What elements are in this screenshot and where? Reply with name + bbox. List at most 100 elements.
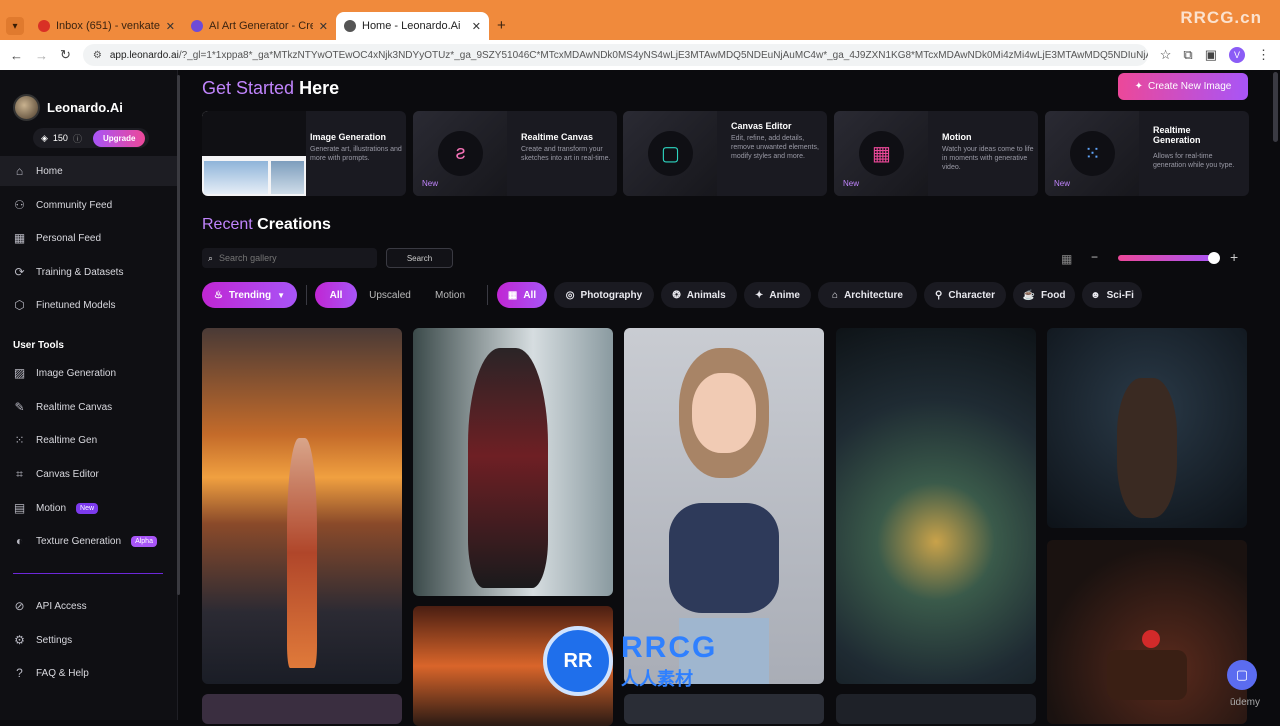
sidebar-item-faq[interactable]: ? FAQ & Help xyxy=(0,658,178,688)
create-new-image-button[interactable]: ✦ Create New Image xyxy=(1118,73,1248,100)
gallery-image-warrior[interactable] xyxy=(413,328,613,596)
chat-icon[interactable]: ▢ xyxy=(1227,660,1257,690)
back-icon[interactable]: ← xyxy=(10,48,23,63)
sidebar-item-api-access[interactable]: ⊘ API Access xyxy=(0,591,178,621)
browser-tab-leonardo[interactable]: Home - Leonardo.Ai ✕ xyxy=(336,12,489,40)
flame-icon: ♨ xyxy=(213,289,223,301)
sidebar-item-label: Realtime Canvas xyxy=(36,401,113,413)
sidebar-item-texture-generation[interactable]: ◐ Texture Generation Alpha xyxy=(0,526,178,556)
search-input[interactable] xyxy=(219,253,360,263)
search-button[interactable]: Search xyxy=(386,248,453,268)
pill-label: Sci-Fi xyxy=(1106,289,1134,301)
gallery-image-sunset-woman[interactable] xyxy=(202,328,402,684)
gallery-image-chocolate-cake[interactable] xyxy=(1047,540,1247,724)
zoom-out-button[interactable]: − xyxy=(1091,250,1098,264)
slider-handle[interactable] xyxy=(1208,252,1220,264)
filter-all-types[interactable]: All xyxy=(315,282,357,308)
token-icon: ◈ xyxy=(41,132,48,143)
sidebar-item-canvas-editor[interactable]: ⌗ Canvas Editor xyxy=(0,459,178,489)
address-bar: ← → ↻ ⚙ app.leonardo.ai/?_gl=1*1xppa8*_g… xyxy=(0,40,1280,70)
sidepanel-icon[interactable]: ▣ xyxy=(1205,47,1217,63)
card-canvas-editor[interactable]: ▢ Canvas Editor Edit, refine, add detail… xyxy=(623,111,827,196)
forward-icon[interactable]: → xyxy=(35,48,48,63)
brand-name: Leonardo.Ai xyxy=(47,100,123,115)
category-sci-fi[interactable]: ☻ Sci-Fi xyxy=(1082,282,1142,308)
alien-icon: ☻ xyxy=(1090,289,1101,301)
browser-tab-gmail[interactable]: Inbox (651) - venkateshchenn... ✕ xyxy=(30,12,183,40)
profile-avatar[interactable]: V xyxy=(1229,47,1245,63)
card-image-generation[interactable]: Image Generation Generate art, illustrat… xyxy=(202,111,406,196)
sidebar-item-community-feed[interactable]: ⚇ Community Feed xyxy=(0,190,178,220)
close-icon[interactable]: ✕ xyxy=(166,20,175,33)
site-info-icon[interactable]: ⚙ xyxy=(93,50,102,61)
sidebar-item-personal-feed[interactable]: ▦ Personal Feed xyxy=(0,223,178,253)
trending-dropdown[interactable]: ♨ Trending ▼ xyxy=(202,282,297,308)
close-icon[interactable]: ✕ xyxy=(472,20,481,33)
category-animals[interactable]: ❂ Animals xyxy=(661,282,737,308)
filter-motion[interactable]: Motion xyxy=(424,282,476,308)
home-icon: ⌂ xyxy=(15,164,24,178)
bookmark-star-icon[interactable]: ☆ xyxy=(1160,47,1172,63)
dots-grid-icon: ⁙ xyxy=(1070,131,1115,176)
tab-search-button[interactable]: ▾ xyxy=(6,17,24,35)
gallery-image-ocean-wave[interactable] xyxy=(836,328,1036,684)
sidebar-item-label: Finetuned Models xyxy=(36,299,116,311)
category-all[interactable]: ▦ All xyxy=(497,282,547,308)
card-title: Realtime Canvas xyxy=(521,132,594,142)
card-realtime-generation[interactable]: ⁙ New Realtime Generation Allows for rea… xyxy=(1045,111,1249,196)
new-tab-button[interactable]: + xyxy=(497,17,506,34)
url-path: /?_gl=1*1xppa8*_ga*MTkzNTYwOTEwOC4xNjk3N… xyxy=(178,49,1148,61)
category-food[interactable]: ☕ Food xyxy=(1013,282,1075,308)
zoom-in-button[interactable]: + xyxy=(1230,249,1238,265)
sidebar-item-label: Training & Datasets xyxy=(36,266,124,278)
category-anime[interactable]: ✦ Anime xyxy=(744,282,811,308)
new-badge: New xyxy=(76,502,99,514)
sidebar-item-realtime-canvas[interactable]: ✎ Realtime Canvas xyxy=(0,392,178,422)
url-field[interactable]: ⚙ app.leonardo.ai/?_gl=1*1xppa8*_ga*MTkz… xyxy=(82,44,1148,66)
watermark-title: RRCG xyxy=(621,631,718,664)
menu-icon[interactable]: ⋮ xyxy=(1257,47,1270,63)
api-icon: ⊘ xyxy=(14,599,25,613)
sidebar-item-image-generation[interactable]: ▨ Image Generation xyxy=(0,358,178,388)
filter-upscaled[interactable]: Upscaled xyxy=(362,282,418,308)
sidebar-item-realtime-gen[interactable]: ⁙ Realtime Gen xyxy=(0,425,178,455)
paw-icon: ❂ xyxy=(672,289,681,301)
filter-divider xyxy=(306,285,307,305)
close-icon[interactable]: ✕ xyxy=(319,20,328,33)
sidebar-item-motion[interactable]: ▤ Motion New xyxy=(0,493,178,523)
card-realtime-canvas[interactable]: ƨ New Realtime Canvas Create and transfo… xyxy=(413,111,617,196)
cube-icon: ⬡ xyxy=(14,298,25,312)
card-thumbnail xyxy=(202,111,306,196)
category-photography[interactable]: ◎ Photography xyxy=(554,282,654,308)
browser-tab-ai-art[interactable]: AI Art Generator - Create Art... ✕ xyxy=(183,12,336,40)
sidebar-item-label: Motion xyxy=(36,502,67,514)
layout-grid-icon[interactable]: ▦ xyxy=(1061,252,1072,266)
chevron-down-icon: ▼ xyxy=(277,290,286,300)
leonardo-logo xyxy=(13,94,40,121)
extensions-icon[interactable]: ⧉ xyxy=(1183,47,1192,63)
reload-icon[interactable]: ↻ xyxy=(60,47,71,63)
info-icon[interactable]: ⓘ xyxy=(73,132,82,145)
card-description: Generate art, illustrations and more wit… xyxy=(310,146,402,162)
canvas-icon: ▢ xyxy=(648,131,693,176)
sidebar-item-home[interactable]: ⌂ Home xyxy=(0,156,178,186)
category-architecture[interactable]: ⌂ Architecture xyxy=(818,282,917,308)
sidebar-item-label: FAQ & Help xyxy=(36,667,89,679)
brand[interactable]: Leonardo.Ai xyxy=(13,94,123,121)
sidebar-item-training[interactable]: ⟳ Training & Datasets xyxy=(0,257,178,287)
card-title: Canvas Editor xyxy=(731,121,792,131)
zoom-slider[interactable] xyxy=(1118,252,1220,264)
category-character[interactable]: ⚲ Character xyxy=(924,282,1006,308)
sidebar-item-settings[interactable]: ⚙ Settings xyxy=(0,625,178,655)
sidebar-item-label: Home xyxy=(36,165,63,177)
upgrade-button[interactable]: Upgrade xyxy=(92,129,146,147)
pill-label: Food xyxy=(1041,289,1066,301)
tab-title: Inbox (651) - venkateshchenn... xyxy=(56,20,160,32)
sidebar-item-label: Image Generation xyxy=(36,367,117,379)
building-icon: ⌂ xyxy=(832,289,839,301)
gallery-image-rabbit-knight[interactable] xyxy=(1047,328,1247,528)
sidebar-item-finetuned-models[interactable]: ⬡ Finetuned Models xyxy=(0,290,178,320)
card-motion[interactable]: ▦ New Motion Watch your ideas come to li… xyxy=(834,111,1038,196)
main-scrollbar[interactable] xyxy=(1273,72,1278,142)
tab-title: Home - Leonardo.Ai xyxy=(362,20,461,32)
